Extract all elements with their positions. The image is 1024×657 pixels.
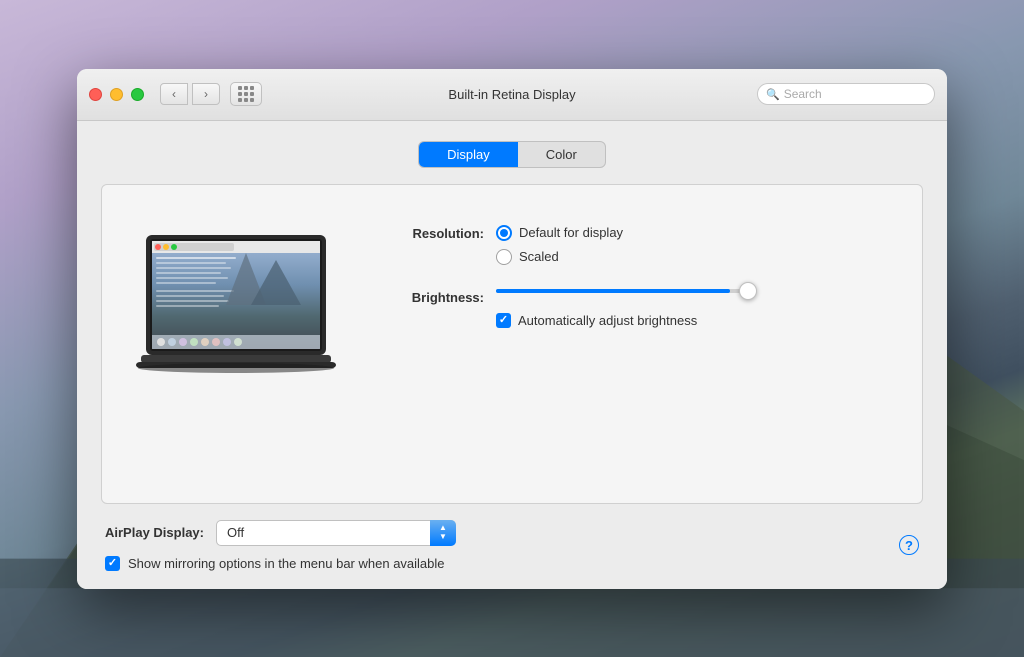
auto-brightness-checkbox[interactable]: ✓ xyxy=(496,313,511,328)
content-area: Display Color xyxy=(77,121,947,589)
display-panel: Resolution: Default for display Scaled xyxy=(101,184,923,504)
brightness-label: Brightness: xyxy=(386,289,496,305)
brightness-slider-track[interactable] xyxy=(496,289,756,293)
mirroring-label: Show mirroring options in the menu bar w… xyxy=(128,556,445,571)
bottom-area: AirPlay Display: Off On ▲ ▼ xyxy=(101,520,923,571)
macbook-illustration xyxy=(126,225,346,385)
window-title: Built-in Retina Display xyxy=(448,87,575,102)
tabs: Display Color xyxy=(418,141,606,168)
all-preferences-button[interactable] xyxy=(230,82,262,106)
resolution-row: Resolution: Default for display Scaled xyxy=(386,225,892,265)
tab-display[interactable]: Display xyxy=(419,142,518,167)
mirroring-row[interactable]: ✓ Show mirroring options in the menu bar… xyxy=(105,556,899,571)
resolution-label: Resolution: xyxy=(386,225,496,241)
search-placeholder: Search xyxy=(784,87,822,101)
brightness-slider-thumb[interactable] xyxy=(739,282,757,300)
brightness-slider-container xyxy=(496,289,756,293)
maximize-button[interactable] xyxy=(131,88,144,101)
forward-button[interactable]: › xyxy=(192,83,220,105)
auto-brightness-option[interactable]: ✓ Automatically adjust brightness xyxy=(496,313,756,328)
left-section: AirPlay Display: Off On ▲ ▼ xyxy=(105,520,899,571)
search-box[interactable]: 🔍 Search xyxy=(757,83,935,105)
tab-color[interactable]: Color xyxy=(518,142,605,167)
resolution-scaled-radio[interactable] xyxy=(496,249,512,265)
tabs-container: Display Color xyxy=(101,141,923,168)
brightness-controls: ✓ Automatically adjust brightness xyxy=(496,289,756,328)
resolution-scaled-label: Scaled xyxy=(519,249,559,264)
help-button[interactable]: ? xyxy=(899,535,919,555)
traffic-lights xyxy=(89,88,144,101)
back-button[interactable]: ‹ xyxy=(160,83,188,105)
macbook-area xyxy=(126,215,346,473)
auto-brightness-label: Automatically adjust brightness xyxy=(518,313,697,328)
search-icon: 🔍 xyxy=(766,88,780,101)
airplay-label: AirPlay Display: xyxy=(105,525,204,540)
resolution-default-label: Default for display xyxy=(519,225,623,240)
system-preferences-window: ‹ › Built-in Retina Display 🔍 Search Dis… xyxy=(77,69,947,589)
settings-area: Resolution: Default for display Scaled xyxy=(386,215,892,473)
nav-buttons: ‹ › xyxy=(160,83,220,105)
resolution-default-option[interactable]: Default for display xyxy=(496,225,623,241)
resolution-scaled-option[interactable]: Scaled xyxy=(496,249,623,265)
titlebar: ‹ › Built-in Retina Display 🔍 Search xyxy=(77,69,947,121)
airplay-select-container: Off On ▲ ▼ xyxy=(216,520,456,546)
brightness-slider-fill xyxy=(496,289,730,293)
close-button[interactable] xyxy=(89,88,102,101)
checkmark-icon: ✓ xyxy=(499,315,508,326)
mirroring-checkbox[interactable]: ✓ xyxy=(105,556,120,571)
resolution-controls: Default for display Scaled xyxy=(496,225,623,265)
grid-icon xyxy=(238,86,255,103)
radio-inner-dot xyxy=(500,229,508,237)
footer-row: AirPlay Display: Off On ▲ ▼ xyxy=(105,520,919,571)
mirroring-checkmark-icon: ✓ xyxy=(108,558,117,569)
minimize-button[interactable] xyxy=(110,88,123,101)
airplay-row: AirPlay Display: Off On ▲ ▼ xyxy=(105,520,899,546)
airplay-select[interactable]: Off On xyxy=(216,520,456,546)
brightness-row: Brightness: ✓ Automaticall xyxy=(386,289,892,328)
resolution-default-radio[interactable] xyxy=(496,225,512,241)
